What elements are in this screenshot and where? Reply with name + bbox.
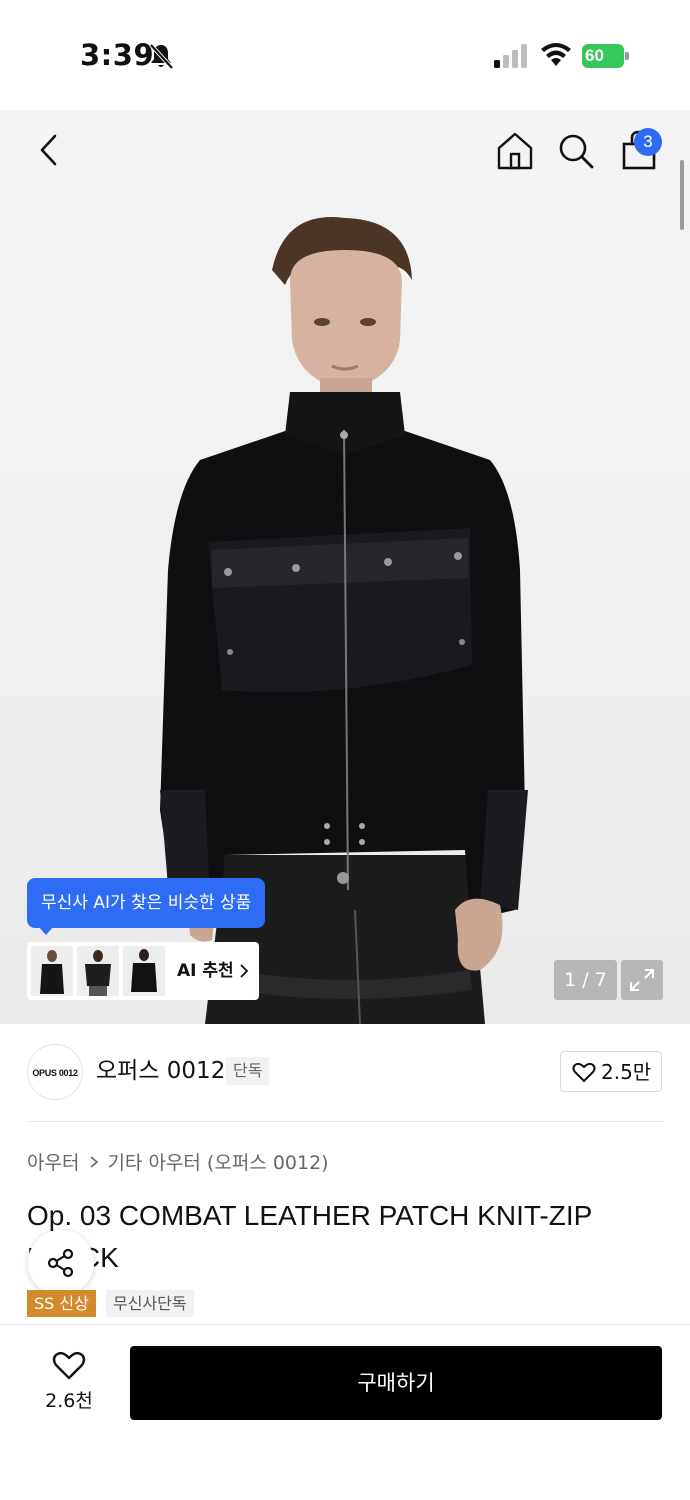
- similar-item-thumbnail[interactable]: [77, 946, 119, 996]
- ai-recommendation-tooltip[interactable]: 무신사 AI가 찾은 비슷한 상품: [27, 878, 266, 928]
- brand-like-button[interactable]: 2.5만: [560, 1051, 662, 1092]
- expand-icon: [630, 969, 654, 991]
- home-icon[interactable]: [495, 130, 535, 172]
- brand-like-count: 2.5만: [601, 1060, 652, 1084]
- status-time: 3:39: [80, 38, 155, 72]
- battery-indicator: 60: [582, 44, 630, 68]
- bell-off-icon: [149, 43, 174, 70]
- wishlist-button[interactable]: 2.6천: [30, 1346, 108, 1420]
- image-page-indicator: 1 / 7: [554, 960, 617, 1000]
- battery-cap: [625, 52, 629, 60]
- chevron-right-icon: [240, 964, 249, 978]
- status-bar: 3:39 60: [0, 0, 690, 110]
- ai-recommendation-card[interactable]: AI 추천: [27, 942, 259, 1000]
- heart-icon: [572, 1062, 596, 1082]
- battery-level: 60: [582, 44, 624, 68]
- wishlist-count: 2.6천: [45, 1390, 93, 1412]
- buy-button[interactable]: 구매하기: [130, 1346, 662, 1420]
- ai-recommend-label[interactable]: AI 추천: [177, 942, 234, 1000]
- back-chevron-icon[interactable]: [30, 128, 70, 172]
- new-season-tag: SS 신상: [27, 1290, 96, 1317]
- share-button[interactable]: [28, 1230, 94, 1296]
- chevron-right-icon: [90, 1156, 99, 1168]
- exclusive-tag: 무신사단독: [106, 1290, 194, 1317]
- brand-exclusive-tag: 단독: [226, 1057, 270, 1085]
- similar-item-thumbnail[interactable]: [123, 946, 165, 996]
- share-icon: [47, 1248, 74, 1278]
- similar-item-thumbnail[interactable]: [31, 946, 73, 996]
- signal-icon: [494, 44, 527, 68]
- brand-name[interactable]: 오퍼스 0012: [96, 1054, 225, 1088]
- divider: [27, 1121, 663, 1122]
- expand-image-button[interactable]: [621, 960, 663, 1000]
- product-title: Op. 03 COMBAT LEATHER PATCH KNIT-ZIP BLA…: [27, 1200, 592, 1273]
- brand-logo[interactable]: OPUS 0012: [27, 1044, 83, 1100]
- heart-icon: [52, 1351, 86, 1380]
- cart-count-badge: 3: [634, 128, 662, 156]
- wifi-icon: [541, 43, 571, 66]
- scrollbar[interactable]: [680, 160, 684, 230]
- tooltip-tail: [38, 926, 54, 935]
- search-icon[interactable]: [556, 130, 596, 172]
- breadcrumb-category[interactable]: 아우터: [27, 1152, 79, 1174]
- breadcrumb-subcategory[interactable]: 기타 아우터 (오퍼스 0012): [107, 1152, 328, 1174]
- breadcrumb: 아우터 기타 아우터 (오퍼스 0012): [27, 1148, 329, 1178]
